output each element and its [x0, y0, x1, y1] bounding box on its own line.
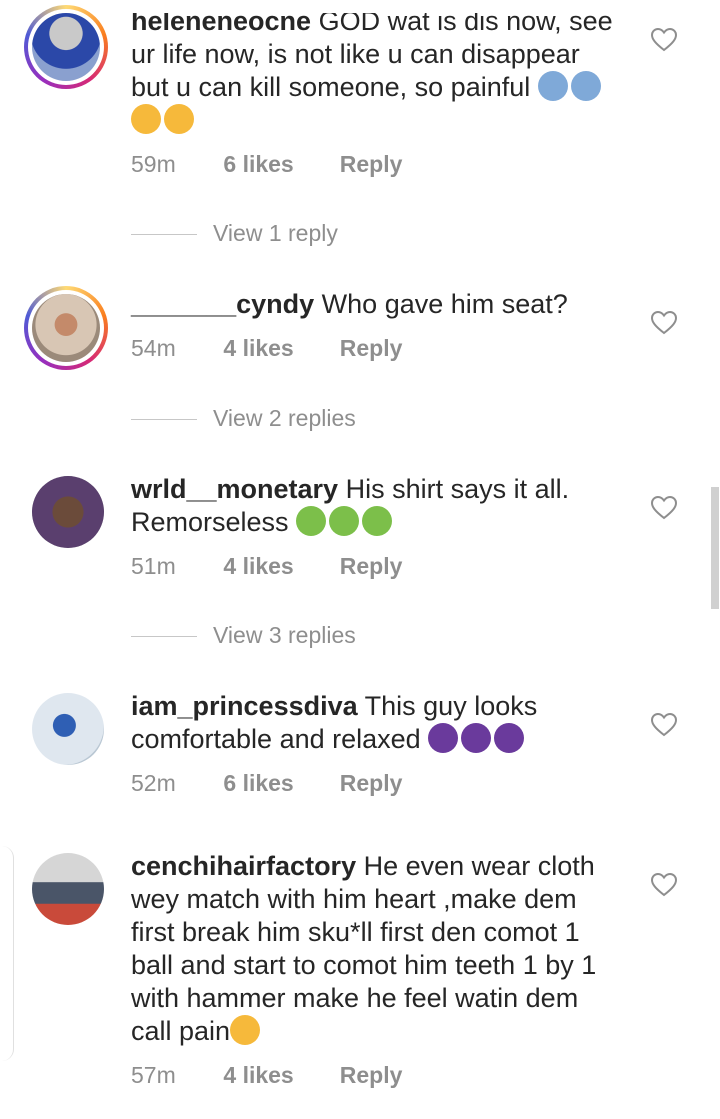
- comment-text: heleneneocne GOD wat is dis now, see ur …: [131, 13, 621, 137]
- comment-meta: 57m 4 likes Reply: [131, 1062, 402, 1089]
- view-replies-button[interactable]: View 2 replies: [131, 405, 356, 432]
- downcast-sweat-emoji-icon: [537, 71, 568, 101]
- facepalm-emoji-icon: [461, 723, 492, 753]
- comment-meta: 54m 4 likes Reply: [131, 335, 402, 362]
- comment-time: 52m: [131, 770, 176, 796]
- comment-time: 59m: [131, 151, 176, 177]
- heart-icon[interactable]: [651, 873, 677, 897]
- heart-icon[interactable]: [651, 311, 677, 335]
- comment-time: 51m: [131, 553, 176, 579]
- reply-button[interactable]: Reply: [340, 553, 403, 580]
- comment-text: iam_princessdiva This guy looks comforta…: [131, 690, 621, 756]
- comment-time: 57m: [131, 1062, 176, 1088]
- comment-meta: 52m 6 likes Reply: [131, 770, 402, 797]
- avatar[interactable]: [24, 5, 108, 89]
- reply-divider-line: [131, 234, 197, 236]
- heart-icon[interactable]: [651, 496, 677, 520]
- avatar[interactable]: [32, 476, 104, 548]
- reply-button[interactable]: Reply: [340, 770, 403, 797]
- heart-icon[interactable]: [651, 713, 677, 737]
- view-replies-label: View 1 reply: [213, 220, 338, 246]
- comment-username[interactable]: iam_princessdiva: [131, 691, 358, 721]
- nauseated-emoji-icon: [296, 506, 327, 536]
- likes-count[interactable]: 6 likes: [223, 151, 333, 178]
- reply-button[interactable]: Reply: [340, 335, 403, 362]
- side-panel-edge: [0, 846, 14, 1061]
- view-replies-button[interactable]: View 3 replies: [131, 622, 356, 649]
- comment-time: 54m: [131, 335, 176, 361]
- reply-button[interactable]: Reply: [340, 151, 403, 178]
- comment-username[interactable]: heleneneocne: [131, 13, 311, 36]
- nauseated-emoji-icon: [362, 506, 393, 536]
- avatar[interactable]: [24, 286, 108, 370]
- avatar[interactable]: [32, 693, 104, 765]
- reply-divider-line: [131, 636, 197, 638]
- scrollbar[interactable]: [711, 487, 719, 609]
- comment-username[interactable]: wrld__monetary: [131, 474, 338, 504]
- view-replies-button[interactable]: View 1 reply: [131, 220, 338, 247]
- heart-icon[interactable]: [651, 28, 677, 52]
- downcast-sweat-emoji-icon: [570, 71, 601, 101]
- comment-meta: 51m 4 likes Reply: [131, 553, 402, 580]
- avatar[interactable]: [32, 853, 104, 925]
- nauseated-emoji-icon: [329, 506, 360, 536]
- worried-emoji-icon: [131, 104, 161, 134]
- reply-divider-line: [131, 419, 197, 421]
- likes-count[interactable]: 6 likes: [223, 770, 333, 797]
- worried-emoji-icon: [164, 104, 194, 134]
- view-replies-label: View 3 replies: [213, 622, 356, 648]
- comment-username[interactable]: cenchihairfactory: [131, 851, 356, 881]
- facepalm-emoji-icon: [428, 723, 459, 753]
- comment-text: cenchihairfactory He even wear cloth wey…: [131, 850, 621, 1048]
- likes-count[interactable]: 4 likes: [223, 553, 333, 580]
- crying-emoji-icon: [230, 1015, 261, 1045]
- likes-count[interactable]: 4 likes: [223, 1062, 333, 1089]
- comment-text: wrld__monetary His shirt says it all. Re…: [131, 473, 621, 539]
- comment-meta: 59m 6 likes Reply: [131, 151, 402, 178]
- comment-username[interactable]: _______cyndy: [131, 289, 314, 319]
- likes-count[interactable]: 4 likes: [223, 335, 333, 362]
- facepalm-emoji-icon: [494, 723, 525, 753]
- comment-body: Who gave him seat?: [321, 289, 568, 319]
- reply-button[interactable]: Reply: [340, 1062, 403, 1089]
- view-replies-label: View 2 replies: [213, 405, 356, 431]
- comment-text: _______cyndy Who gave him seat?: [131, 288, 621, 321]
